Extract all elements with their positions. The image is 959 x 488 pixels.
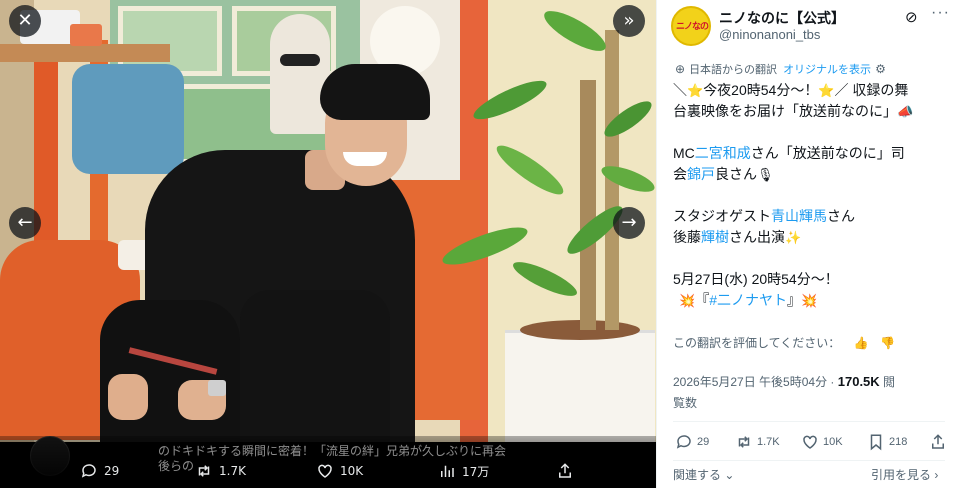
viewer-view-count: 17万 [462,464,490,479]
megaphone-emoji-icon: 📣 [897,104,914,119]
bookmark-button[interactable]: 218 [867,433,907,451]
related-label: 関連する [673,468,722,482]
avatar-logo-text: ニノなのに [676,21,709,31]
tweet-meta: 2026年5月27日 午後5時04分 · 170.5K 閲 覧数 [673,371,943,414]
viewer-retweet-count: 1.7K [219,464,246,478]
viewer-share-button[interactable] [556,462,580,480]
translate-icon: ⊕ [675,62,686,76]
settings-gear-icon[interactable]: ⚙ [875,62,886,76]
retweet-icon [738,436,750,448]
related-dropdown[interactable]: 関連する ⌄ [673,466,734,483]
chevron-double-right-icon: » [623,10,635,31]
entity-link[interactable]: 青山輝馬 [771,208,827,224]
chevron-right-icon: › [934,468,939,482]
body-text: さん出演 [729,229,785,245]
author-handle[interactable]: @ninonanoni_tbs [719,27,820,42]
divider [673,421,945,422]
photo-viewer: のドキドキする瞬間に密着！「流星の絆」兄弟が久しぶりに再会 後らの ✕ » ← … [0,0,656,488]
viewer-reply-button[interactable]: 29 [80,462,119,480]
sparkles-emoji-icon: ✨ [785,230,802,245]
entity-link[interactable]: 二宮和成 [695,145,751,161]
collision-emoji-icon: 💥 [679,293,696,308]
views-count: 170.5K [837,374,880,389]
body-text: MC [673,145,695,161]
body-text: 』 [786,292,801,308]
collapse-panel-button[interactable]: » [613,5,645,37]
retweet-icon [198,465,210,477]
view-quotes-link[interactable]: 引用を見る › [871,466,938,483]
views-label: 閲 [883,375,896,389]
reply-icon [81,464,96,478]
body-text: 台裏映像をお届け「放送前なのに」 [673,103,897,119]
collision-emoji-icon: 💥 [800,293,818,308]
share-icon [559,463,571,478]
viewer-action-bar: 29 1.7K 10K 17万 [0,456,656,488]
tweet-detail-panel: ニノなのに ニノなのに【公式】 @ninonanoni_tbs ⊘ ··· ⊕ … [656,0,959,488]
entity-link[interactable]: 錦戸 [687,166,715,182]
body-text: 5月27日(水) 20時54分〜！ [673,271,839,287]
body-text: ＼ [673,82,687,98]
body-text: ／ 収録の舞 [834,82,909,98]
body-text: さん「放送前なのに」司 [750,145,905,161]
body-text: 会 [673,166,687,182]
tweet-action-bar: 29 1.7K 10K 218 [673,433,953,457]
avatar[interactable]: ニノなのに [671,6,711,46]
star-emoji-icon: ⭐ [818,83,835,98]
hashtag-link[interactable]: #二ノナヤト [709,292,787,308]
previous-media-button[interactable]: ← [9,207,41,239]
reply-button[interactable]: 29 [675,433,709,451]
viewer-views-button[interactable]: 17万 [438,462,489,480]
reply-icon [676,435,691,449]
star-emoji-icon: ⭐ [687,83,704,98]
tweet-timestamp[interactable]: 2026年5月27日 午後5時04分 · [673,375,834,389]
bookmark-count: 218 [889,436,908,448]
grok-icon[interactable]: ⊘ [905,8,918,26]
close-button[interactable]: ✕ [9,5,41,37]
thumbs-up-icon[interactable]: 👍 [854,336,869,350]
body-text: 『 [695,292,710,308]
tweet-photo[interactable] [0,0,656,442]
rate-translation-label: この翻訳を評価してください： [673,336,841,350]
media-viewer-window: のドキドキする瞬間に密着！「流星の絆」兄弟が久しぶりに再会 後らの ✕ » ← … [0,0,959,488]
show-original-link[interactable]: オリジナルを表示 [783,61,871,77]
entity-link[interactable]: 輝樹 [701,229,729,245]
author-display-name[interactable]: ニノなのに【公式】 [719,8,845,28]
microphone-emoji-icon: 🎙 [757,167,774,182]
body-text: スタジオゲスト [673,208,771,224]
body-text: さん [827,208,855,224]
translated-from-label: 日本語からの翻訳 [689,64,778,76]
arrow-right-icon: → [621,212,637,233]
bookmark-icon [870,434,882,451]
thumbs-down-icon[interactable]: 👎 [880,336,895,350]
rate-translation-row: この翻訳を評価してください： 👍 👎 [673,334,895,351]
retweet-button[interactable]: 1.7K [735,433,780,451]
heart-icon [318,464,332,478]
view-quotes-label: 引用を見る [871,468,932,482]
reply-count: 29 [697,436,710,448]
chevron-down-icon: ⌄ [724,468,735,482]
share-button[interactable] [929,433,951,451]
retweet-count: 1.7K [757,436,780,448]
next-media-button[interactable]: → [613,207,645,239]
viewer-like-count: 10K [340,464,364,478]
views-label-cont: 覧数 [673,396,698,410]
tweet-body: ＼⭐今夜20時54分〜！⭐／ 収録の舞 台裏映像をお届け「放送前なのに」📣 MC… [673,80,951,311]
like-button[interactable]: 10K [801,433,843,451]
like-count: 10K [823,436,843,448]
translation-notice: ⊕ 日本語からの翻訳 オリジナルを表示 ⚙ [675,61,890,77]
heart-icon [803,435,817,449]
divider [673,460,945,461]
body-text: 今夜20時54分〜！ [703,82,819,98]
viewer-reply-count: 29 [104,464,120,478]
share-icon [932,434,944,449]
views-chart-icon [441,465,454,477]
arrow-left-icon: ← [17,212,33,233]
more-options-icon[interactable]: ··· [931,4,950,22]
body-text: 良さん [715,166,757,182]
viewer-like-button[interactable]: 10K [316,462,363,480]
close-icon: ✕ [17,10,33,31]
body-text: 後藤 [673,229,701,245]
viewer-retweet-button[interactable]: 1.7K [195,462,246,480]
